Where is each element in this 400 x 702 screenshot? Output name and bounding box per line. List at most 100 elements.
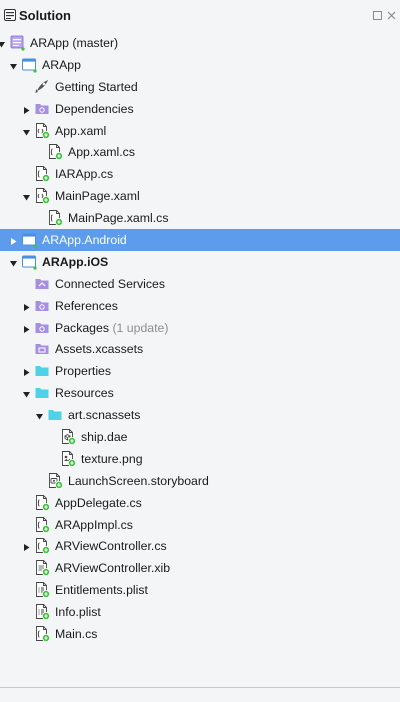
- tree-row-text: IARApp.cs: [55, 167, 114, 182]
- tree-row-text: ARViewController.cs: [55, 539, 167, 554]
- folder-cyan-icon: [47, 406, 63, 423]
- tree-row-text: References: [55, 298, 118, 313]
- tree-row[interactable]: Assets.xcassets: [0, 338, 400, 360]
- close-pad-button[interactable]: [386, 10, 396, 20]
- tree-row-label: Info.plist: [55, 605, 101, 619]
- disclosure-expanded-icon[interactable]: [9, 60, 18, 70]
- tree-row[interactable]: art.scnassets: [0, 404, 400, 426]
- tree-row-text: Assets.xcassets: [55, 342, 144, 357]
- tree-row-label: ship.dae: [81, 430, 128, 444]
- plist-file-icon: [34, 603, 50, 621]
- tree-row-update-hint: (1 update): [112, 320, 169, 335]
- tree-row[interactable]: ARApp.iOS: [0, 251, 400, 273]
- tree-row-label: Resources: [55, 386, 114, 400]
- disclosure-collapsed-icon[interactable]: [22, 541, 31, 552]
- tree-row-label: App.xaml: [55, 124, 106, 138]
- tree-row[interactable]: ship.dae: [0, 426, 400, 448]
- tree-row-text: AppDelegate.cs: [55, 495, 142, 510]
- tree-row-label: art.scnassets: [68, 408, 140, 422]
- tree-row[interactable]: AppDelegate.cs: [0, 492, 400, 514]
- tree-row-text: Properties: [55, 364, 112, 379]
- tree-row[interactable]: Entitlements.plist: [0, 579, 400, 601]
- tree-row-label: Assets.xcassets: [55, 342, 143, 356]
- assets-icon: [34, 340, 50, 357]
- tree-row[interactable]: Connected Services: [0, 273, 400, 295]
- folder-purple-icon: [34, 319, 50, 336]
- solution-pad-header: Solution: [0, 0, 400, 30]
- cs-file-icon: [34, 537, 50, 555]
- disclosure-expanded-icon[interactable]: [9, 257, 18, 267]
- tree-row-text: ARApp.Android: [42, 233, 127, 248]
- tree-row-text: Getting Started: [55, 79, 138, 94]
- tree-row[interactable]: ARAppImpl.cs: [0, 514, 400, 536]
- tree-row[interactable]: App.xaml: [0, 120, 400, 142]
- tree-row-text: texture.png: [81, 451, 143, 466]
- project-icon: [21, 253, 37, 270]
- tree-row-label: texture.png: [81, 452, 143, 466]
- disclosure-expanded-icon[interactable]: [0, 38, 6, 48]
- tree-row[interactable]: ARViewController.cs: [0, 535, 400, 557]
- tree-row-label: ARApp: [42, 58, 81, 72]
- tree-row[interactable]: LaunchScreen.storyboard: [0, 470, 400, 492]
- tree-row[interactable]: Packages (1 update): [0, 317, 400, 339]
- tree-row-text: Resources: [55, 386, 114, 401]
- disclosure-expanded-icon[interactable]: [22, 388, 31, 398]
- tree-row[interactable]: MainPage.xaml: [0, 185, 400, 207]
- disclosure-collapsed-icon[interactable]: [22, 301, 31, 311]
- solution-pad-icon: [4, 9, 16, 21]
- disclosure-collapsed-icon[interactable]: [22, 323, 31, 333]
- tree-row-text: ARApp (master): [30, 36, 119, 50]
- solution-tree: ARApp (master) ARApp Getting Started Depend…: [0, 32, 400, 645]
- disclosure-collapsed-icon[interactable]: [9, 235, 18, 246]
- tree-row-label: Packages (1 update): [55, 321, 169, 335]
- tree-row[interactable]: texture.png: [0, 448, 400, 470]
- disclosure-expanded-icon[interactable]: [22, 126, 31, 136]
- tree-row[interactable]: App.xaml.cs: [0, 141, 400, 163]
- tree-row-label: AppDelegate.cs: [55, 496, 142, 510]
- minimize-pad-button[interactable]: [372, 10, 382, 20]
- disclosure-collapsed-icon[interactable]: [22, 366, 31, 377]
- disclosure-expanded-icon[interactable]: [22, 191, 31, 201]
- tree-row-label: ARApp.iOS: [42, 255, 108, 269]
- rocket-icon: [34, 78, 50, 95]
- tree-row[interactable]: Getting Started: [0, 76, 400, 98]
- plist-file-icon: [34, 581, 50, 599]
- tree-row[interactable]: Properties: [0, 360, 400, 382]
- xib-file-icon: [34, 559, 50, 577]
- tree-row-text: Info.plist: [55, 605, 101, 620]
- tree-row-text: ARViewController.xib: [55, 561, 171, 576]
- tree-row[interactable]: Dependencies: [0, 98, 400, 120]
- services-icon: [34, 275, 50, 292]
- tree-row[interactable]: ARApp (master): [0, 32, 400, 54]
- tree-row[interactable]: ARViewController.xib: [0, 557, 400, 579]
- disclosure-expanded-icon[interactable]: [35, 410, 44, 420]
- cs-file-icon: [47, 209, 63, 227]
- project-icon: [21, 231, 37, 248]
- tree-row-label: Properties: [55, 364, 111, 378]
- folder-purple-icon: [34, 297, 50, 314]
- tree-row-text: Connected Services: [55, 276, 166, 291]
- tree-row-text: ship.dae: [81, 430, 128, 445]
- tree-row[interactable]: IARApp.cs: [0, 163, 400, 185]
- tree-row[interactable]: MainPage.xaml.cs: [0, 207, 400, 229]
- tree-row[interactable]: Info.plist: [0, 601, 400, 623]
- cs-file-icon: [34, 625, 50, 643]
- tree-row-text: Packages: [55, 320, 110, 335]
- disclosure-collapsed-icon[interactable]: [22, 104, 31, 114]
- tree-row[interactable]: ARApp.Android: [0, 229, 400, 251]
- tree-row-label: MainPage.xaml.cs: [68, 211, 168, 225]
- folder-cyan-icon: [34, 384, 50, 401]
- tree-row-label: ARAppImpl.cs: [55, 518, 133, 532]
- tree-row[interactable]: References: [0, 295, 400, 317]
- tree-row-text: Dependencies: [55, 101, 134, 116]
- project-icon: [21, 56, 37, 73]
- tree-row-label: ARViewController.xib: [55, 561, 170, 575]
- tree-row-label: References: [55, 299, 118, 313]
- tree-row-label: MainPage.xaml: [55, 189, 140, 203]
- tree-row[interactable]: Resources: [0, 382, 400, 404]
- tree-row-label: ARViewController.cs: [55, 539, 167, 553]
- tree-row[interactable]: Main.cs: [0, 623, 400, 645]
- tree-row-text: art.scnassets: [68, 408, 141, 423]
- tree-row[interactable]: ARApp: [0, 54, 400, 76]
- cs-file-icon: [34, 494, 50, 511]
